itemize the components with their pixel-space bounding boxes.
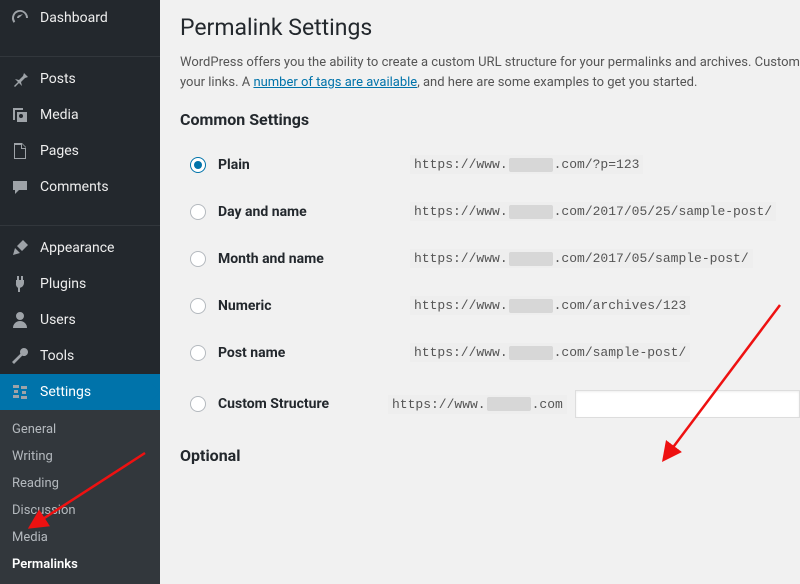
sidebar-item-tools[interactable]: Tools [0,338,160,374]
url-suffix: .com/sample-post/ [554,345,687,360]
intro-text: WordPress offers you the ability to crea… [180,53,800,92]
intro-line-2a: your links. A [180,75,253,90]
option-label: Post name [218,345,285,361]
permalink-option-custom: Custom Structure https://www. .com [180,376,800,432]
sidebar-item-label: Appearance [40,240,114,256]
redacted-domain [509,346,553,360]
url-prefix: https://www. [414,298,508,313]
sidebar-item-label: Plugins [40,276,86,292]
pin-icon [10,69,30,89]
settings-content: Permalink Settings WordPress offers you … [160,0,800,548]
redacted-domain [487,397,531,411]
permalink-option-day-name: Day and name https://www. .com/2017/05/25… [180,188,800,235]
radio-post-name[interactable] [190,345,206,361]
redacted-domain [509,252,553,266]
url-prefix: https://www. [414,345,508,360]
sidebar-item-comments[interactable]: Comments [0,169,160,205]
option-label: Custom Structure [218,396,329,412]
permalink-option-numeric: Numeric https://www. .com/archives/123 [180,282,800,329]
radio-numeric[interactable] [190,298,206,314]
intro-line-2b: , and here are some examples to get you … [417,75,697,90]
sidebar-item-label: Tools [40,348,74,364]
option-example: https://www. .com/2017/05/sample-post/ [410,249,753,268]
common-settings-heading: Common Settings [180,110,800,129]
radio-month-name[interactable] [190,251,206,267]
permalink-option-post-name: Post name https://www. .com/sample-post/ [180,329,800,376]
intro-line-1: WordPress offers you the ability to crea… [180,55,800,70]
url-prefix: https://www. [414,204,508,219]
option-label: Plain [218,157,250,173]
sidebar-item-label: Posts [40,71,76,87]
submenu-item-reading[interactable]: Reading [0,470,160,497]
appearance-icon [10,238,30,258]
users-icon [10,310,30,330]
permalink-option-plain: Plain https://www. .com/?p=123 [180,141,800,188]
option-example: https://www. .com/?p=123 [410,155,643,174]
sidebar-item-media[interactable]: Media [0,97,160,133]
sidebar-item-label: Media [40,107,79,123]
url-suffix: .com/?p=123 [554,157,640,172]
option-label: Day and name [218,204,307,220]
admin-sidebar: Dashboard Posts Media Pages Comments [0,0,160,548]
sidebar-item-label: Dashboard [40,10,108,26]
submenu-item-media[interactable]: Media [0,524,160,551]
page-title: Permalink Settings [180,14,800,41]
url-suffix: .com/2017/05/sample-post/ [554,251,749,266]
option-label: Month and name [218,251,324,267]
settings-icon [10,382,30,402]
option-example: https://www. .com/2017/05/25/sample-post/ [410,202,776,221]
plugins-icon [10,274,30,294]
sidebar-item-settings[interactable]: Settings [0,374,160,410]
sidebar-item-users[interactable]: Users [0,302,160,338]
settings-submenu: General Writing Reading Discussion Media… [0,410,160,584]
url-prefix: https://www. [414,251,508,266]
url-suffix: .com [532,397,563,412]
radio-plain[interactable] [190,157,206,173]
redacted-domain [509,205,553,219]
redacted-domain [509,158,553,172]
url-suffix: .com/archives/123 [554,298,687,313]
custom-structure-input[interactable] [575,390,800,418]
radio-day-name[interactable] [190,204,206,220]
submenu-item-discussion[interactable]: Discussion [0,497,160,524]
sidebar-item-label: Users [40,312,76,328]
redacted-domain [509,299,553,313]
sidebar-item-dashboard[interactable]: Dashboard [0,0,160,36]
submenu-item-writing[interactable]: Writing [0,443,160,470]
comments-icon [10,177,30,197]
option-example: https://www. .com [388,395,567,414]
permalink-option-month-name: Month and name https://www. .com/2017/05/… [180,235,800,282]
sidebar-item-label: Settings [40,384,91,400]
sidebar-item-label: Pages [40,143,79,159]
tags-available-link[interactable]: number of tags are available [253,75,417,90]
url-prefix: https://www. [392,397,486,412]
menu-separator [0,40,160,57]
dashboard-icon [10,8,30,28]
submenu-item-permalinks[interactable]: Permalinks [0,551,160,578]
menu-separator [0,209,160,226]
option-label: Numeric [218,298,272,314]
url-suffix: .com/2017/05/25/sample-post/ [554,204,772,219]
media-icon [10,105,30,125]
optional-heading: Optional [180,446,800,465]
pages-icon [10,141,30,161]
sidebar-item-pages[interactable]: Pages [0,133,160,169]
option-example: https://www. .com/sample-post/ [410,343,690,362]
sidebar-item-appearance[interactable]: Appearance [0,230,160,266]
option-example: https://www. .com/archives/123 [410,296,690,315]
sidebar-item-label: Comments [40,179,109,195]
tools-icon [10,346,30,366]
sidebar-item-plugins[interactable]: Plugins [0,266,160,302]
submenu-item-general[interactable]: General [0,416,160,443]
radio-custom[interactable] [190,396,206,412]
url-prefix: https://www. [414,157,508,172]
sidebar-item-posts[interactable]: Posts [0,61,160,97]
